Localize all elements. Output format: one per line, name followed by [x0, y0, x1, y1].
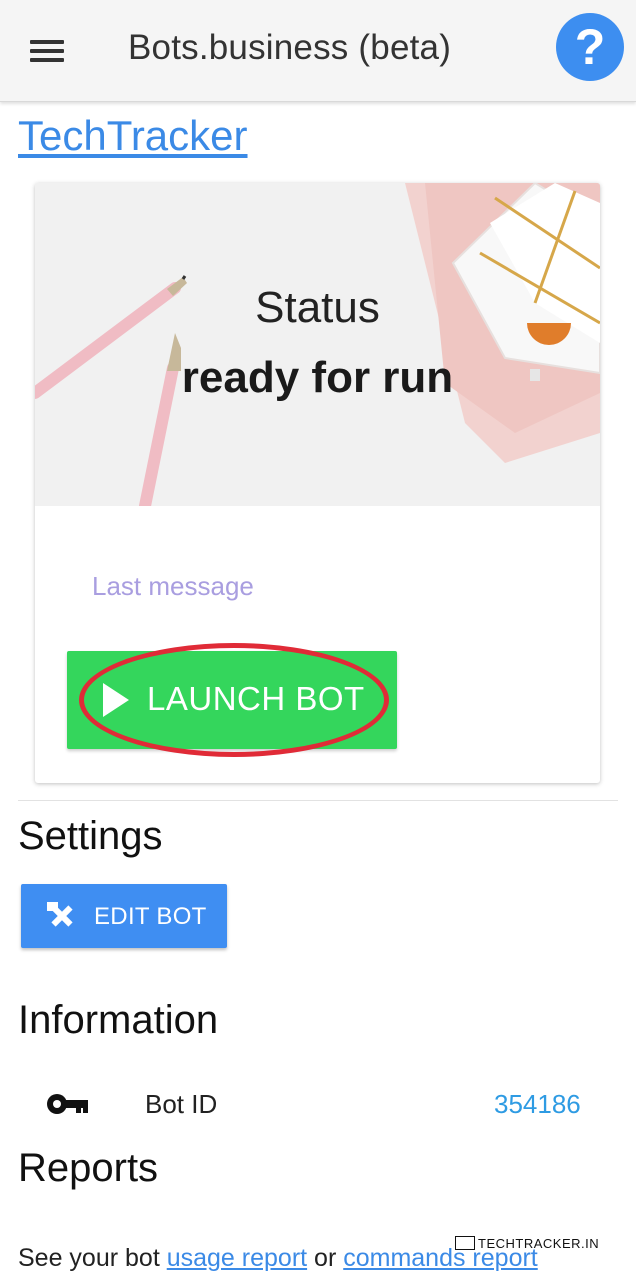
bot-status-card: Status ready for run Last message LAUNCH… — [35, 183, 600, 783]
app-title: Bots.business (beta) — [128, 28, 452, 67]
last-message-label: Last message — [92, 571, 254, 601]
status-label: Status — [255, 283, 380, 332]
reports-heading: Reports — [18, 1146, 159, 1190]
usage-report-link[interactable]: usage report — [167, 1244, 307, 1272]
play-icon — [103, 683, 129, 717]
edit-bot-label: EDIT BOT — [94, 903, 207, 930]
reports-text-before: See your bot — [18, 1244, 167, 1272]
edit-bot-button[interactable]: EDIT BOT — [21, 884, 227, 948]
status-value: ready for run — [181, 353, 454, 402]
reports-text-between: or — [307, 1244, 344, 1272]
question-mark-icon: ? — [574, 19, 606, 75]
settings-heading: Settings — [18, 814, 163, 858]
bot-name-link[interactable]: TechTracker — [18, 112, 248, 160]
watermark: TECHTRACKER.IN — [455, 1236, 599, 1254]
bot-id-label: Bot ID — [145, 1089, 218, 1119]
help-button[interactable]: ? — [556, 13, 624, 81]
watermark-icon — [455, 1236, 475, 1250]
bot-id-value[interactable]: 354186 — [494, 1089, 581, 1120]
section-divider — [18, 800, 618, 801]
key-icon — [47, 1094, 88, 1114]
watermark-text: TECHTRACKER.IN — [478, 1236, 600, 1251]
information-heading: Information — [18, 998, 219, 1042]
tools-icon — [47, 902, 73, 927]
status-card-image: Status ready for run — [35, 183, 600, 506]
launch-bot-button[interactable]: LAUNCH BOT — [67, 651, 397, 749]
launch-bot-label: LAUNCH BOT — [147, 680, 365, 717]
desk-photo-illustration — [35, 183, 600, 506]
app-bar: Bots.business (beta) ? — [0, 0, 636, 102]
hamburger-menu-icon[interactable] — [30, 38, 66, 64]
